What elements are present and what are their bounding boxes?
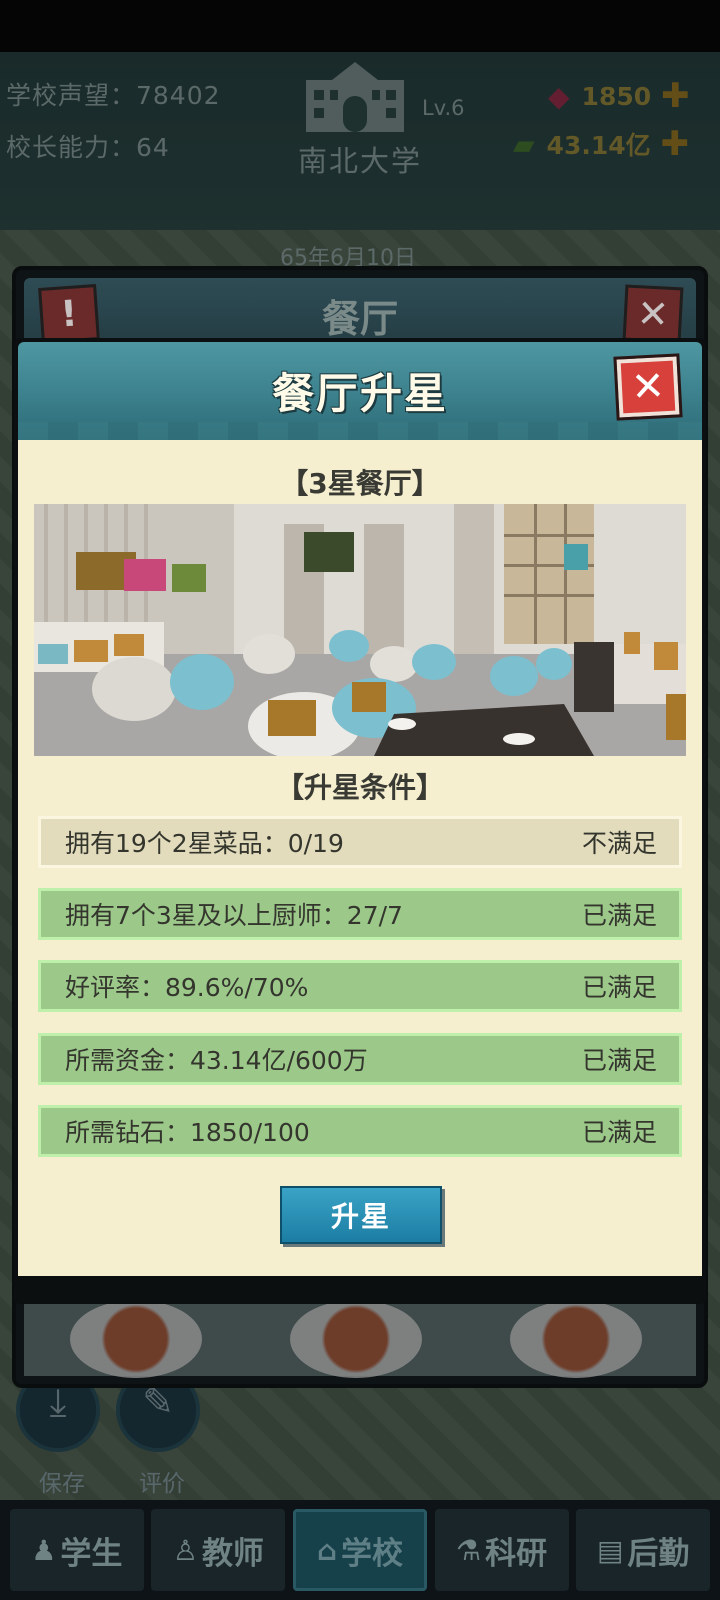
dish-image[interactable] — [290, 1300, 422, 1378]
condition-text: 所需钻石：1850/100 — [65, 1118, 310, 1147]
bottom-nav: ♟ 学生 ♙ 教师 ⌂ 学校 ⚗ 科研 ▤ 后勤 — [0, 1500, 720, 1600]
restaurant-close-button[interactable]: ✕ — [622, 284, 684, 344]
modal-title: 餐厅升星 — [271, 369, 448, 418]
school-icon: ⌂ — [316, 1533, 337, 1567]
conditions-title: 【升星条件】 — [275, 771, 444, 804]
dish-image[interactable] — [70, 1300, 202, 1378]
tab-label: 后勤 — [627, 1535, 690, 1572]
condition-row-diamonds: 所需钻石：1850/100 已满足 — [38, 1105, 682, 1157]
dish-image[interactable] — [510, 1300, 642, 1378]
condition-status: 不满足 — [581, 829, 657, 858]
student-icon: ♟ — [31, 1533, 57, 1567]
condition-text: 拥有19个2星菜品：0/19 — [65, 829, 344, 858]
condition-status: 已满足 — [581, 901, 657, 930]
alert-icon[interactable]: ! — [38, 284, 100, 344]
upgrade-star-modal: 餐厅升星 ✕ 【3星餐厅】 【升星条件】 拥有19个2星菜品：0/19 不满足 … — [14, 338, 706, 1304]
condition-row-funds: 所需资金：43.14亿/600万 已满足 — [38, 1033, 682, 1085]
status-bar — [0, 0, 720, 52]
condition-status: 已满足 — [581, 973, 657, 1002]
restaurant-panel-header: 餐厅 — [24, 278, 696, 344]
condition-text: 拥有7个3星及以上厨师：27/7 — [65, 901, 403, 930]
condition-row-chefs: 拥有7个3星及以上厨师：27/7 已满足 — [38, 888, 682, 940]
tab-label: 学校 — [341, 1535, 403, 1572]
condition-row-dishes: 拥有19个2星菜品：0/19 不满足 — [38, 816, 682, 868]
teacher-icon: ♙ — [172, 1533, 198, 1567]
modal-header: 餐厅升星 — [18, 342, 702, 440]
condition-row-rating: 好评率：89.6%/70% 已满足 — [38, 960, 682, 1012]
tab-label: 科研 — [485, 1535, 548, 1572]
restaurant-interior-illustration — [34, 504, 686, 756]
tab-teachers[interactable]: ♙ 教师 — [151, 1509, 286, 1591]
logistics-icon: ▤ — [596, 1533, 624, 1567]
condition-status: 已满足 — [581, 1046, 657, 1075]
tab-students[interactable]: ♟ 学生 — [9, 1509, 144, 1591]
modal-body: 【3星餐厅】 【升星条件】 拥有19个2星菜品：0/19 不满足 拥有7个3星及… — [18, 440, 702, 1276]
upgrade-star-button[interactable]: 升星 — [280, 1186, 442, 1244]
condition-text: 所需资金：43.14亿/600万 — [65, 1046, 368, 1075]
tab-school[interactable]: ⌂ 学校 — [292, 1509, 427, 1591]
tab-label: 学生 — [60, 1535, 123, 1572]
tab-logistics[interactable]: ▤ 后勤 — [576, 1509, 711, 1591]
restaurant-panel-title: 餐厅 — [321, 297, 398, 341]
modal-close-button[interactable]: ✕ — [613, 353, 683, 421]
tab-label: 教师 — [201, 1535, 264, 1572]
restaurant-image — [34, 504, 686, 756]
research-icon: ⚗ — [456, 1533, 482, 1567]
condition-status: 已满足 — [581, 1118, 657, 1147]
star-level-title: 【3星餐厅】 — [280, 467, 440, 500]
dish-strip — [26, 1292, 686, 1386]
tab-research[interactable]: ⚗ 科研 — [434, 1509, 569, 1591]
condition-text: 好评率：89.6%/70% — [65, 973, 309, 1002]
